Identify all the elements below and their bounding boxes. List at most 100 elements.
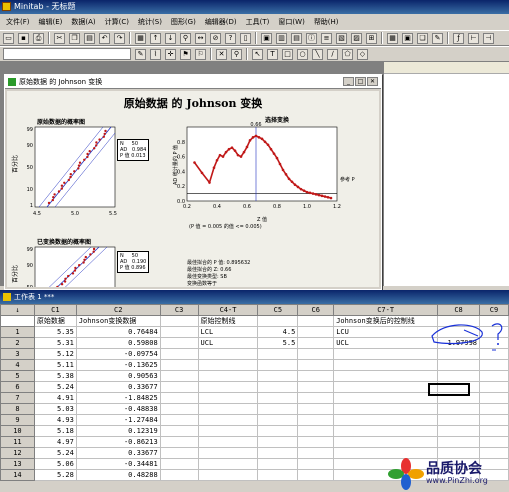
brush-icon[interactable]: ⌇ xyxy=(150,48,161,60)
cell[interactable]: 4.5 xyxy=(257,326,299,338)
replace-icon[interactable]: ↔ xyxy=(195,32,206,44)
column-header[interactable]: C3 xyxy=(159,304,199,316)
menu-file[interactable]: 文件(F) xyxy=(6,17,30,27)
menu-graph[interactable]: 图形(G) xyxy=(171,17,196,27)
cell[interactable] xyxy=(437,403,481,415)
cell[interactable] xyxy=(333,381,439,393)
cell[interactable]: 0.76484 xyxy=(75,326,161,338)
marker-tool-icon[interactable]: ◇ xyxy=(357,48,368,60)
crosshair-icon[interactable]: ✛ xyxy=(165,48,176,60)
cell[interactable] xyxy=(479,381,509,393)
cascade-icon[interactable]: ❏ xyxy=(417,32,428,44)
graph-folder-icon[interactable]: ▧ xyxy=(336,32,347,44)
column-header[interactable]: C1 xyxy=(33,304,77,316)
insert-row-icon[interactable]: ⊢ xyxy=(468,32,479,44)
cell[interactable] xyxy=(257,469,299,481)
insert-col-icon[interactable]: ⊣ xyxy=(483,32,494,44)
report-icon[interactable]: ▨ xyxy=(351,32,362,44)
cell[interactable] xyxy=(297,436,335,448)
related-icon[interactable]: ⊞ xyxy=(366,32,377,44)
column-header[interactable]: C8 xyxy=(437,304,481,316)
cell[interactable] xyxy=(159,414,199,426)
cell[interactable] xyxy=(197,381,259,393)
cell[interactable] xyxy=(437,425,481,437)
edit-pencil-icon[interactable]: ✎ xyxy=(135,48,146,60)
cell[interactable] xyxy=(479,414,509,426)
cell[interactable] xyxy=(437,447,481,459)
menu-window[interactable]: 窗口(W) xyxy=(278,17,304,27)
cell[interactable] xyxy=(333,414,439,426)
cell[interactable] xyxy=(197,414,259,426)
cell[interactable]: 5.5 xyxy=(257,337,299,349)
column-header[interactable]: Johnson变换数据 xyxy=(75,315,161,327)
cell[interactable] xyxy=(197,436,259,448)
cell[interactable] xyxy=(479,458,509,470)
graph-edit-icon[interactable]: ✎ xyxy=(432,32,443,44)
cell[interactable] xyxy=(257,425,299,437)
cell[interactable]: 4.91 xyxy=(33,392,77,404)
cell[interactable] xyxy=(479,392,509,404)
cell[interactable] xyxy=(197,469,259,481)
cell[interactable] xyxy=(257,447,299,459)
status-icon[interactable]: ▯ xyxy=(240,32,251,44)
print-icon[interactable]: ⎙ xyxy=(33,32,44,44)
cell[interactable]: 5.06 xyxy=(33,458,77,470)
history-icon[interactable]: ≡ xyxy=(321,32,332,44)
cell[interactable] xyxy=(437,370,481,382)
cell[interactable]: 0.90563 xyxy=(75,370,161,382)
cell[interactable] xyxy=(159,403,199,415)
cell[interactable] xyxy=(257,370,299,382)
cut-icon[interactable]: ✂ xyxy=(54,32,65,44)
menu-calc[interactable]: 计算(C) xyxy=(105,17,129,27)
row-header[interactable] xyxy=(0,315,35,327)
cell[interactable]: -1.27484 xyxy=(75,414,161,426)
row-header[interactable]: 10 xyxy=(0,425,35,437)
cell[interactable]: 5.24 xyxy=(33,381,77,393)
minimize-button[interactable]: _ xyxy=(343,77,354,86)
tile-icon[interactable]: ▣ xyxy=(402,32,413,44)
row-header[interactable]: ↓ xyxy=(0,304,35,316)
select-arrow-icon[interactable]: ↖ xyxy=(252,48,263,60)
cell[interactable] xyxy=(333,403,439,415)
goto-icon[interactable]: ▦ xyxy=(135,32,146,44)
project-icon[interactable]: ▤ xyxy=(291,32,302,44)
ellipse-tool-icon[interactable]: ○ xyxy=(297,48,308,60)
cell[interactable] xyxy=(297,403,335,415)
cell[interactable] xyxy=(159,359,199,371)
flag-icon[interactable]: ⚑ xyxy=(180,48,191,60)
cell[interactable] xyxy=(297,337,335,349)
active-cell-cursor[interactable] xyxy=(428,383,470,396)
menu-tools[interactable]: 工具(T) xyxy=(246,17,270,27)
cell[interactable]: -1.84825 xyxy=(75,392,161,404)
row-header[interactable]: 14 xyxy=(0,469,35,481)
cell[interactable] xyxy=(479,370,509,382)
redo-icon[interactable]: ↷ xyxy=(114,32,125,44)
formula-icon[interactable]: ƒ xyxy=(453,32,464,44)
menu-stat[interactable]: 统计(S) xyxy=(138,17,162,27)
column-header[interactable]: C7-T xyxy=(333,304,439,316)
cell[interactable]: UCL xyxy=(333,337,439,349)
cell[interactable]: 0.59808 xyxy=(75,337,161,349)
cell[interactable] xyxy=(333,359,439,371)
row-header[interactable]: 9 xyxy=(0,414,35,426)
column-header[interactable] xyxy=(257,315,299,327)
row-header[interactable]: 12 xyxy=(0,447,35,459)
row-header[interactable]: 5 xyxy=(0,370,35,382)
maximize-button[interactable]: □ xyxy=(355,77,366,86)
cell[interactable] xyxy=(159,447,199,459)
cell[interactable] xyxy=(437,414,481,426)
cell[interactable]: 5.31 xyxy=(33,337,77,349)
cell[interactable] xyxy=(333,348,439,360)
cell[interactable] xyxy=(297,370,335,382)
menu-data[interactable]: 数据(A) xyxy=(71,17,95,27)
cell[interactable]: -0.13625 xyxy=(75,359,161,371)
arrow-down-icon[interactable]: ↓ xyxy=(165,32,176,44)
paste-icon[interactable]: ▤ xyxy=(84,32,95,44)
cell[interactable]: 0.48288 xyxy=(75,469,161,481)
cell[interactable] xyxy=(479,359,509,371)
cell[interactable] xyxy=(297,425,335,437)
row-header[interactable]: 7 xyxy=(0,392,35,404)
cell[interactable] xyxy=(159,469,199,481)
cell[interactable] xyxy=(159,381,199,393)
column-header[interactable]: 原始数据 xyxy=(33,315,77,327)
